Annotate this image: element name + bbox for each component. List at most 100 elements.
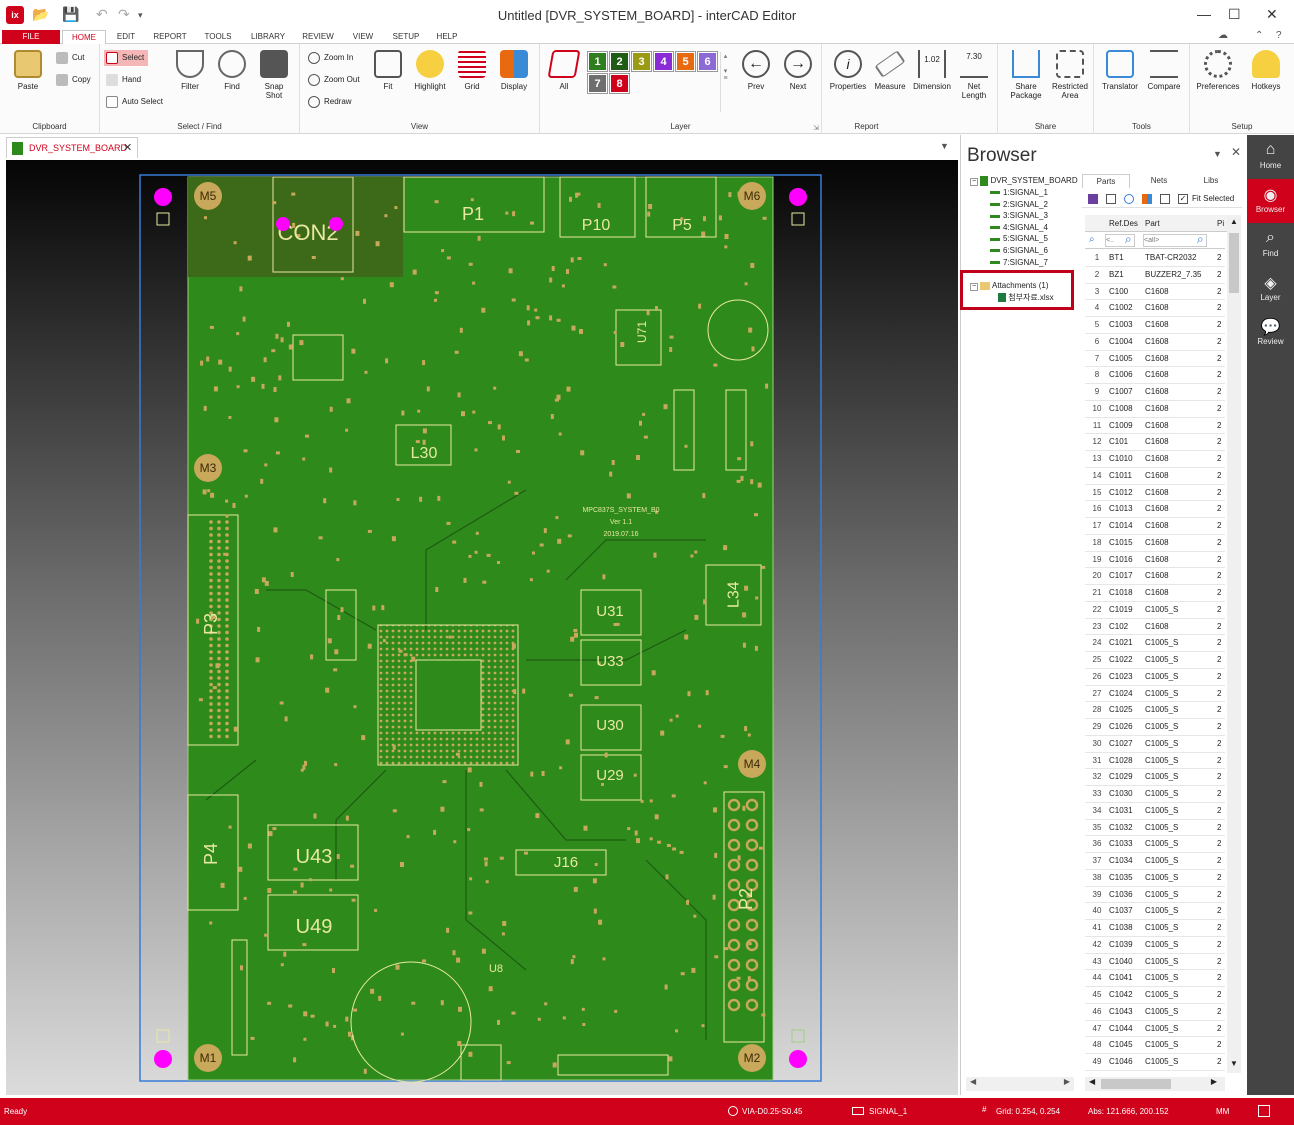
- table-row[interactable]: 43 C1040 C1005_S 2: [1085, 954, 1225, 971]
- component-label[interactable]: M4: [744, 757, 761, 771]
- close-tab-icon[interactable]: ✕: [123, 138, 132, 158]
- table-row[interactable]: 30 C1027 C1005_S 2: [1085, 736, 1225, 753]
- browser-close-icon[interactable]: ✕: [1231, 145, 1241, 159]
- component-label[interactable]: P2: [736, 888, 756, 910]
- layer-box-1[interactable]: 1: [587, 51, 608, 72]
- table-row[interactable]: 45 C1042 C1005_S 2: [1085, 987, 1225, 1004]
- tree-collapse-icon[interactable]: −: [970, 283, 978, 291]
- layer-box-7[interactable]: 7: [587, 73, 608, 94]
- hand-button[interactable]: Hand: [104, 72, 141, 88]
- prev-button[interactable]: ← Prev: [736, 50, 776, 91]
- table-row[interactable]: 29 C1026 C1005_S 2: [1085, 719, 1225, 736]
- table-row[interactable]: 15 C1012 C1608 2: [1085, 485, 1225, 502]
- snap-shot-button[interactable]: Snap Shot: [254, 50, 294, 100]
- scroll-right-icon[interactable]: ▶: [1211, 1077, 1217, 1086]
- tab-setup[interactable]: SETUP: [386, 30, 426, 44]
- tab-libs[interactable]: Libs: [1186, 174, 1236, 188]
- redraw-button[interactable]: Redraw: [306, 94, 352, 110]
- layer-box-2[interactable]: 2: [609, 51, 630, 72]
- scroll-left-icon[interactable]: ◀: [1089, 1077, 1095, 1086]
- table-row[interactable]: 14 C1011 C1608 2: [1085, 468, 1225, 485]
- side-home-button[interactable]: ⌂ Home: [1247, 135, 1294, 179]
- preferences-button[interactable]: Preferences: [1194, 50, 1242, 91]
- tab-list-dropdown-icon[interactable]: ▼: [940, 141, 949, 151]
- minimize-icon[interactable]: —: [1197, 6, 1211, 22]
- table-row[interactable]: 7 C1005 C1608 2: [1085, 351, 1225, 368]
- col-pin[interactable]: Pi: [1217, 215, 1224, 232]
- table-row[interactable]: 32 C1029 C1005_S 2: [1085, 769, 1225, 787]
- table-row[interactable]: 5 C1003 C1608 2: [1085, 317, 1225, 334]
- tree-layer-item[interactable]: 5:SIGNAL_5: [990, 234, 1048, 243]
- table-row[interactable]: 16 C1013 C1608 2: [1085, 501, 1225, 519]
- table-row[interactable]: 21 C1018 C1608 2: [1085, 585, 1225, 602]
- component-label[interactable]: U49: [296, 916, 333, 938]
- tab-tools[interactable]: TOOLS: [198, 30, 238, 44]
- component-label[interactable]: M5: [200, 189, 217, 203]
- layer-box-8[interactable]: 8: [609, 73, 630, 94]
- table-row[interactable]: 4 C1002 C1608 2: [1085, 300, 1225, 318]
- component-label[interactable]: U29: [596, 767, 624, 784]
- tree-layer-item[interactable]: 2:SIGNAL_2: [990, 200, 1048, 209]
- table-row[interactable]: 22 C1019 C1005_S 2: [1085, 602, 1225, 619]
- select-button[interactable]: Select: [104, 50, 148, 66]
- save-list-icon[interactable]: [1088, 194, 1098, 204]
- component-label[interactable]: M3: [200, 461, 217, 475]
- table-row[interactable]: 38 C1035 C1005_S 2: [1085, 870, 1225, 887]
- highlight-button[interactable]: Highlight: [410, 50, 450, 91]
- side-browser-button[interactable]: ◉ Browser: [1247, 179, 1294, 223]
- hotkeys-button[interactable]: Hotkeys: [1246, 50, 1286, 91]
- paste-button[interactable]: Paste: [8, 50, 48, 91]
- scroll-thumb[interactable]: [1229, 233, 1239, 293]
- table-row[interactable]: 10 C1008 C1608 2: [1085, 401, 1225, 418]
- ribbon-collapse-icon[interactable]: ⌃: [1255, 30, 1263, 41]
- zoom-out-button[interactable]: Zoom Out: [306, 72, 360, 88]
- share-icon[interactable]: ☁: [1218, 30, 1228, 41]
- color-list-icon[interactable]: [1142, 194, 1152, 204]
- table-row[interactable]: 9 C1007 C1608 2: [1085, 384, 1225, 401]
- compare-button[interactable]: Compare: [1144, 50, 1184, 91]
- layer-box-6[interactable]: 6: [697, 51, 718, 72]
- table-row[interactable]: 48 C1045 C1005_S 2: [1085, 1037, 1225, 1055]
- scroll-up-icon[interactable]: ▲: [1230, 217, 1238, 226]
- table-row[interactable]: 46 C1043 C1005_S 2: [1085, 1004, 1225, 1021]
- component-label[interactable]: P3: [201, 613, 221, 635]
- side-layer-button[interactable]: ◈ Layer: [1247, 267, 1294, 311]
- tree-layer-item[interactable]: 7:SIGNAL_7: [990, 258, 1048, 267]
- table-row[interactable]: 23 C102 C1608 2: [1085, 619, 1225, 636]
- tab-nets[interactable]: Nets: [1134, 174, 1184, 188]
- copy-list-icon[interactable]: [1106, 194, 1116, 204]
- status-units[interactable]: MM: [1216, 1107, 1229, 1116]
- refdes-filter-search-icon[interactable]: ⌕: [1125, 232, 1132, 247]
- tree-attachments[interactable]: − Attachments (1): [970, 281, 1048, 291]
- component-label[interactable]: U71: [635, 321, 649, 343]
- table-row[interactable]: 3 C100 C1608 2: [1085, 284, 1225, 301]
- col-refdes[interactable]: Ref.Des: [1109, 215, 1138, 232]
- component-label[interactable]: M2: [744, 1051, 761, 1065]
- info-list-icon[interactable]: [1124, 194, 1134, 204]
- status-layer[interactable]: SIGNAL_1: [869, 1107, 907, 1116]
- component-label[interactable]: U43: [296, 846, 333, 868]
- fit-selected-checkbox[interactable]: ✓: [1178, 194, 1188, 204]
- col-part[interactable]: Part: [1145, 215, 1160, 232]
- tab-view[interactable]: VIEW: [346, 30, 380, 44]
- component-label[interactable]: J16: [554, 854, 578, 871]
- component-label[interactable]: L30: [411, 445, 438, 462]
- component-label[interactable]: M6: [744, 189, 761, 203]
- cut-button[interactable]: Cut: [54, 50, 84, 66]
- table-row[interactable]: 47 C1044 C1005_S 2: [1085, 1021, 1225, 1038]
- filter-button[interactable]: Filter: [170, 50, 210, 91]
- table-row[interactable]: 19 C1016 C1608 2: [1085, 552, 1225, 569]
- table-row[interactable]: 33 C1030 C1005_S 2: [1085, 786, 1225, 803]
- parts-horizontal-scrollbar[interactable]: ◀ ▶: [1085, 1077, 1225, 1091]
- tab-home[interactable]: HOME: [62, 30, 106, 45]
- display-button[interactable]: Display: [494, 50, 534, 91]
- tree-horizontal-scrollbar[interactable]: ◀ ▶: [966, 1077, 1074, 1091]
- measure-button[interactable]: Measure: [870, 50, 910, 91]
- component-label[interactable]: U33: [596, 653, 624, 670]
- table-row[interactable]: 39 C1036 C1005_S 2: [1085, 887, 1225, 904]
- side-review-button[interactable]: 💬 Review: [1247, 311, 1294, 355]
- copy-button[interactable]: Copy: [54, 72, 91, 88]
- table-row[interactable]: 6 C1004 C1608 2: [1085, 334, 1225, 351]
- tree-root[interactable]: − DVR_SYSTEM_BOARD: [970, 176, 1078, 187]
- layer-box-5[interactable]: 5: [675, 51, 696, 72]
